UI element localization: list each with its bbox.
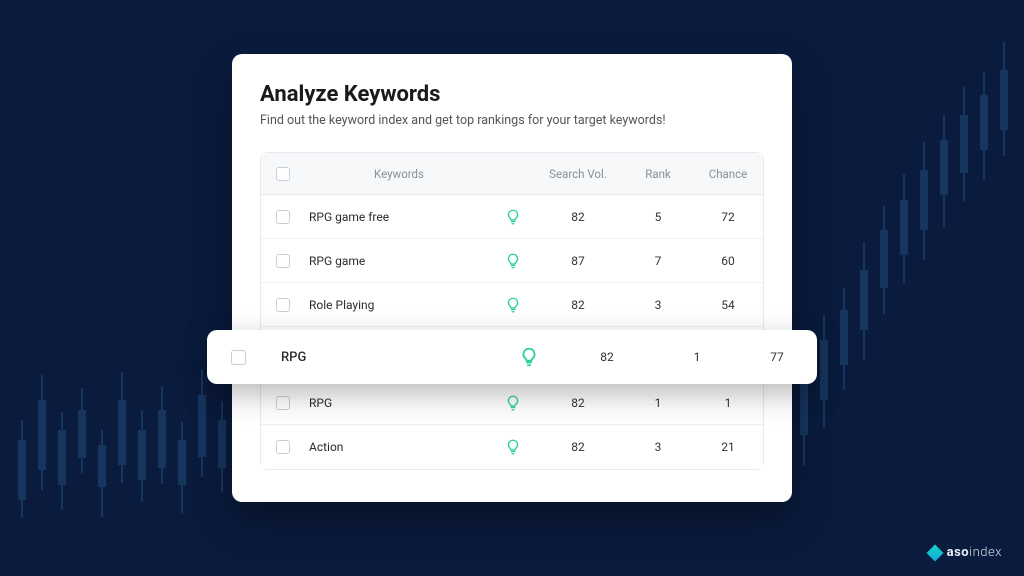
highlighted-keyword-row[interactable]: RPG 82 1 77: [207, 330, 817, 384]
chance-cell: 54: [693, 298, 763, 312]
brand-part2: index: [969, 545, 1002, 560]
chance-cell: 1: [693, 396, 763, 410]
table-row[interactable]: RPG game free 82 5 72: [261, 195, 763, 239]
table-header-row: Keywords Search Vol. Rank Chance: [261, 153, 763, 195]
lightbulb-icon[interactable]: [504, 252, 522, 270]
card-title: Analyze Keywords: [260, 82, 764, 107]
rank-cell: 7: [623, 254, 693, 268]
card-subtitle: Find out the keyword index and get top r…: [260, 113, 764, 128]
keyword-cell: RPG: [305, 396, 493, 410]
brand-part1: aso: [947, 545, 969, 560]
row-checkbox[interactable]: [276, 210, 290, 224]
lightbulb-icon[interactable]: [504, 394, 522, 412]
chance-cell: 21: [693, 440, 763, 454]
search-vol-cell: 82: [533, 440, 623, 454]
chance-cell: 72: [693, 210, 763, 224]
lightbulb-icon[interactable]: [504, 438, 522, 456]
rank-cell: 3: [623, 440, 693, 454]
row-checkbox[interactable]: [276, 440, 290, 454]
lightbulb-icon[interactable]: [504, 296, 522, 314]
row-checkbox[interactable]: [276, 396, 290, 410]
select-all-checkbox[interactable]: [276, 167, 290, 181]
header-keywords: Keywords: [305, 167, 493, 181]
logo-diamond-icon: [926, 544, 943, 561]
keyword-cell: Role Playing: [305, 298, 493, 312]
keyword-cell: RPG: [269, 350, 501, 365]
row-checkbox[interactable]: [231, 350, 246, 365]
rank-cell: 3: [623, 298, 693, 312]
search-vol-cell: 82: [533, 210, 623, 224]
table-row[interactable]: RPG game 87 7 60: [261, 239, 763, 283]
table-row[interactable]: Role Playing 82 3 54: [261, 283, 763, 327]
lightbulb-icon[interactable]: [504, 208, 522, 226]
keyword-cell: RPG game: [305, 254, 493, 268]
header-search-vol: Search Vol.: [533, 167, 623, 181]
header-chance: Chance: [693, 167, 763, 181]
row-checkbox[interactable]: [276, 254, 290, 268]
row-checkbox[interactable]: [276, 298, 290, 312]
search-vol-cell: 82: [533, 298, 623, 312]
brand-logo: asoindex: [929, 545, 1002, 560]
chance-cell: 77: [737, 350, 817, 364]
analyze-keywords-card: Analyze Keywords Find out the keyword in…: [232, 54, 792, 502]
rank-cell: 1: [657, 350, 737, 364]
rank-cell: 1: [623, 396, 693, 410]
rank-cell: 5: [623, 210, 693, 224]
table-row[interactable]: RPG 82 1 1: [261, 381, 763, 425]
search-vol-cell: 87: [533, 254, 623, 268]
lightbulb-icon[interactable]: [518, 346, 540, 368]
table-row[interactable]: Action 82 3 21: [261, 425, 763, 469]
chance-cell: 60: [693, 254, 763, 268]
keywords-table: Keywords Search Vol. Rank Chance RPG gam…: [260, 152, 764, 470]
search-vol-cell: 82: [557, 350, 657, 364]
search-vol-cell: 82: [533, 396, 623, 410]
keyword-cell: Action: [305, 440, 493, 454]
keyword-cell: RPG game free: [305, 210, 493, 224]
header-rank: Rank: [623, 167, 693, 181]
